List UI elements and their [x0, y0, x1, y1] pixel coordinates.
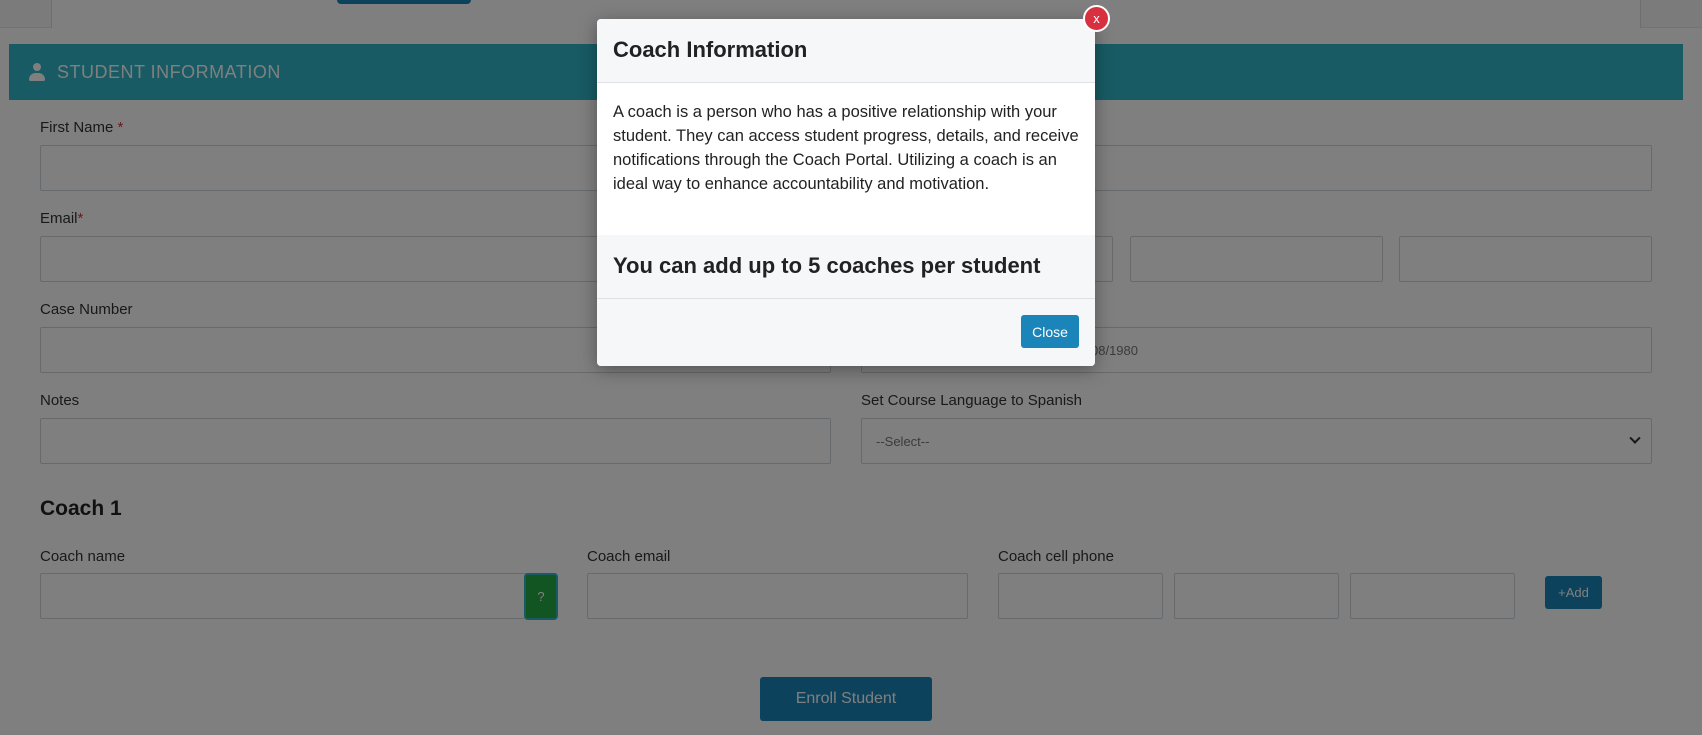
coach-limit-text: You can add up to 5 coaches per student	[597, 235, 1095, 299]
modal-close-x-button[interactable]: x	[1083, 5, 1110, 32]
modal-body: A coach is a person who has a positive r…	[613, 103, 1079, 193]
modal-header: Coach Information	[597, 19, 1095, 83]
modal-footer: Close	[597, 299, 1095, 366]
modal-title: Coach Information	[613, 37, 808, 62]
close-button[interactable]: Close	[1021, 315, 1079, 348]
coach-information-modal: x Coach Information A coach is a person …	[597, 5, 1110, 366]
